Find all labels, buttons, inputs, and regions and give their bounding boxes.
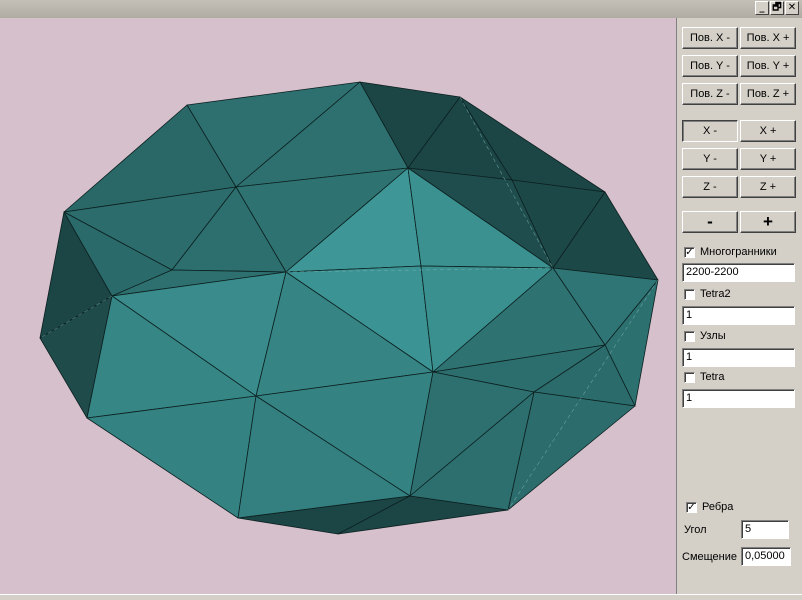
rotate-x-plus-button[interactable]: Пов. X + xyxy=(740,27,796,49)
move-z-plus-button[interactable]: Z + xyxy=(740,176,796,198)
tetra2-checkbox[interactable] xyxy=(684,288,695,300)
title-bar: _ 🗗 ✕ xyxy=(0,0,802,18)
3d-viewport[interactable] xyxy=(0,18,676,594)
move-z-minus-button[interactable]: Z - xyxy=(682,176,738,198)
status-strip xyxy=(0,594,802,600)
tetra-label: Tetra xyxy=(700,371,725,383)
minimize-icon[interactable]: _ xyxy=(755,1,769,15)
tetra2-option[interactable]: Tetra2 xyxy=(684,288,731,300)
close-icon[interactable]: ✕ xyxy=(785,1,799,15)
window-controls: _ 🗗 ✕ xyxy=(755,1,799,15)
rotate-y-minus-button[interactable]: Пов. Y - xyxy=(682,55,738,77)
tetra2-label: Tetra2 xyxy=(700,288,731,300)
nodes-checkbox[interactable] xyxy=(684,330,695,342)
edges-option[interactable]: ✓ Ребра xyxy=(686,501,733,513)
zoom-out-button[interactable]: - xyxy=(682,211,738,233)
control-panel: Пов. X - Пов. X + Пов. Y - Пов. Y + Пов.… xyxy=(676,18,802,594)
nodes-option[interactable]: Узлы xyxy=(684,330,726,342)
face xyxy=(86,395,257,519)
tetra-input[interactable]: 1 xyxy=(682,389,795,408)
rotate-z-plus-button[interactable]: Пов. Z + xyxy=(740,83,796,105)
tetra2-input[interactable]: 1 xyxy=(682,306,795,325)
rotate-x-minus-button[interactable]: Пов. X - xyxy=(682,27,738,49)
tetra-option[interactable]: Tetra xyxy=(684,371,724,383)
restore-icon[interactable]: 🗗 xyxy=(770,1,784,15)
nodes-input[interactable]: 1 xyxy=(682,348,795,367)
zoom-in-button[interactable]: + xyxy=(740,211,796,233)
polyhedra-range-input[interactable]: 2200-2200 xyxy=(682,263,795,282)
angle-input[interactable]: 5 xyxy=(741,520,789,539)
edges-checkbox[interactable]: ✓ xyxy=(686,501,697,513)
offset-input[interactable]: 0,05000 xyxy=(741,547,791,566)
move-y-plus-button[interactable]: Y + xyxy=(740,148,796,170)
move-y-minus-button[interactable]: Y - xyxy=(682,148,738,170)
move-x-minus-button[interactable]: X - xyxy=(682,120,738,142)
polyhedra-option[interactable]: ✓ Многогранники xyxy=(684,246,777,258)
move-x-plus-button[interactable]: X + xyxy=(740,120,796,142)
polyhedra-label: Многогранники xyxy=(700,246,777,258)
angle-label: Угол xyxy=(684,524,707,536)
polyhedron-render xyxy=(39,81,659,535)
rotate-z-minus-button[interactable]: Пов. Z - xyxy=(682,83,738,105)
edges-label: Ребра xyxy=(702,501,734,513)
nodes-label: Узлы xyxy=(700,330,726,342)
rotate-y-plus-button[interactable]: Пов. Y + xyxy=(740,55,796,77)
offset-label: Смещение xyxy=(682,551,738,563)
polyhedra-checkbox[interactable]: ✓ xyxy=(684,246,695,258)
tetra-checkbox[interactable] xyxy=(684,371,695,383)
